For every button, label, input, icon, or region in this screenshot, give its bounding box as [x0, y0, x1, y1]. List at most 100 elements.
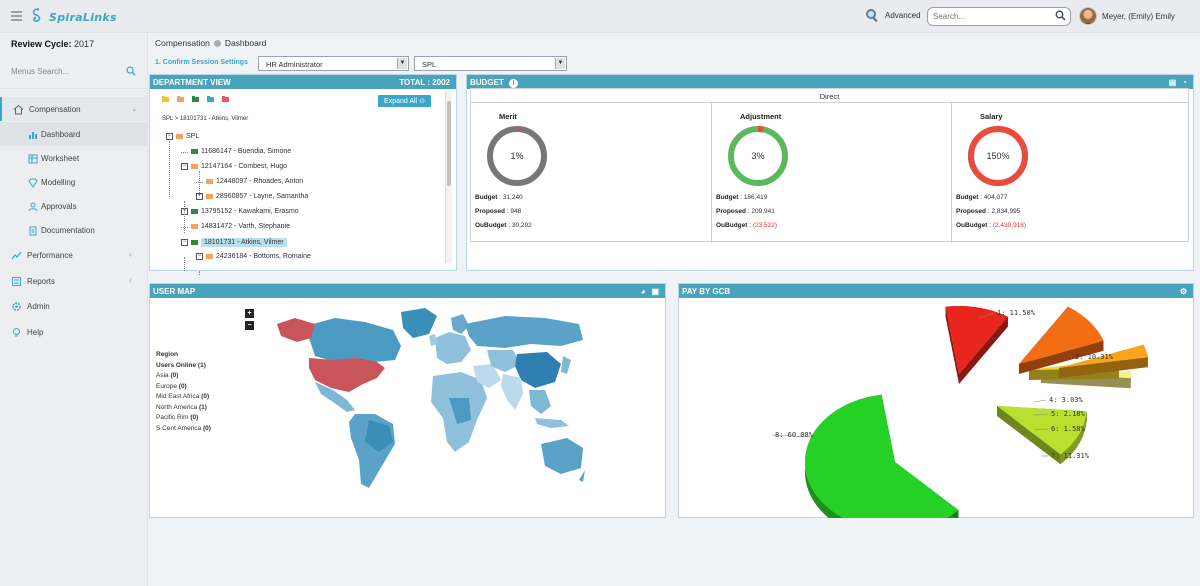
budget-column-title: Salary [980, 112, 1003, 121]
folder-icon [191, 164, 198, 169]
panel-title: USER MAP [153, 287, 196, 296]
tree-node[interactable]: 12448097 - Rhoades, Anton [196, 178, 303, 185]
collapse-icon[interactable]: − [181, 239, 188, 246]
export-icon[interactable]: ▣ [651, 287, 659, 296]
proposed-value: Proposed : 209,941 [716, 208, 775, 215]
progress-ring: 3% [728, 126, 788, 186]
region-legend-item: Europe (0) [156, 382, 187, 390]
map-region-indonesia [535, 418, 569, 428]
org-select[interactable]: SPL ▼ [414, 56, 567, 71]
pie-slice[interactable] [805, 394, 959, 518]
hamburger-menu-icon[interactable] [11, 11, 22, 21]
progress-ring: 1% [487, 126, 547, 186]
avatar [1079, 7, 1097, 25]
panel-title: PAY BY GCB [682, 287, 731, 296]
breadcrumb: Compensation Dashboard [155, 38, 266, 48]
search-icon[interactable] [1055, 10, 1066, 21]
pay-by-gcb-pie-chart[interactable]: 1: 11.50% 2: 10.31% 4: 3.03% 5: 2.18% 6: 1.5… [679, 298, 1193, 518]
map-region-india [501, 374, 523, 410]
tree-node[interactable]: 11686147 - Buendia, Simone [181, 148, 291, 155]
tree-node[interactable]: − 18101731 - Atkins, Vilmer [181, 238, 287, 247]
home-icon [13, 104, 24, 115]
tree-node-label: 12147164 - Combest, Hugo [201, 163, 287, 170]
app-logo[interactable]: SpiraLinks [30, 6, 117, 28]
globe-icon[interactable]: ◕ [641, 287, 646, 296]
budget-panel: BUDGET i ▤ ◔ Direct Merit 1% Budget : 31,24… [466, 74, 1194, 271]
tree-node-label: SPL [186, 133, 200, 140]
folder-icon [206, 254, 213, 259]
menu-search-input[interactable]: Menus Search... [11, 67, 69, 76]
folder-icon [206, 179, 213, 184]
collapse-icon[interactable]: − [181, 163, 188, 170]
role-select[interactable]: HR Administrator ▼ [258, 56, 409, 71]
pie-slice-label: 7: 11.31% [1051, 452, 1090, 460]
user-menu[interactable]: Meyer, (Emily) Emily [1079, 7, 1175, 25]
pie-slice-label: 4: 3.03% [1049, 396, 1084, 404]
search-input[interactable] [927, 7, 1071, 26]
diamond-icon [27, 177, 38, 188]
sidebar-item-documentation[interactable]: Documentation [0, 218, 147, 242]
expand-icon[interactable]: + [196, 193, 203, 200]
dropdown-arrow-icon: ▼ [397, 58, 407, 69]
panel-header: BUDGET i ▤ ◔ [467, 75, 1193, 89]
bulb-icon [11, 327, 22, 338]
folder-icon [191, 224, 198, 229]
tree-node[interactable]: − SPL [166, 133, 199, 140]
tree-line [184, 201, 185, 233]
collapse-icon[interactable]: − [166, 133, 173, 140]
zoom-out-button[interactable]: − [245, 321, 254, 330]
pie-icon[interactable]: ◔ [1182, 78, 1187, 87]
budget-column-merit: Merit 1% Budget : 31,240 Proposed : 948 OuBu… [471, 103, 710, 243]
list-icon[interactable]: ▤ [1169, 78, 1177, 87]
reports-icon [11, 276, 22, 287]
panel-header: USER MAP ◕ ▣ [150, 284, 665, 298]
map-region-japan [561, 356, 571, 374]
oubudget-value: OuBudget : (23,522) [716, 222, 778, 229]
pie-slice[interactable] [945, 306, 1008, 384]
collapse-icon[interactable]: − [196, 253, 203, 260]
pie-slice-label: 6: 1.58% [1051, 425, 1086, 433]
sidebar-item-worksheet[interactable]: Worksheet [0, 146, 147, 170]
map-region-southeast-asia [529, 390, 551, 414]
scrollbar[interactable] [445, 91, 452, 263]
sidebar-item-performance[interactable]: Performance ‹ [0, 243, 147, 267]
search-icon[interactable] [126, 66, 136, 76]
menu-search[interactable]: Menus Search... [11, 66, 136, 76]
direct-budget-group: Direct Merit 1% Budget : 31,240 Proposed : … [470, 88, 1189, 243]
sidebar-item-help[interactable]: Help [0, 320, 147, 344]
region-legend-item: Asia (0) [156, 372, 179, 379]
tree-node[interactable]: +28960857 - Layne, Samantha [196, 193, 308, 200]
oubudget-value: OuBudget : 30,292 [475, 222, 532, 229]
tree-node-label: 11686147 - Buendia, Simone [201, 148, 292, 155]
world-map[interactable] [265, 302, 585, 502]
sidebar: Review Cycle: 2017 Menus Search... Compe… [0, 33, 148, 586]
gear-icon[interactable]: ⚙ [1180, 287, 1187, 296]
tree-node-label: 13795152 - Kawakami, Erasmo [201, 208, 299, 215]
tree-node[interactable]: − 24236184 - Bottoms, Romaine [196, 253, 311, 260]
tree-node[interactable]: +13795152 - Kawakami, Erasmo [181, 208, 299, 215]
performance-icon [11, 250, 22, 261]
sidebar-item-modelling[interactable]: Modelling [0, 170, 147, 194]
tree-node[interactable]: − 12147164 - Combest, Hugo [181, 163, 287, 170]
pie-slice-label: 5: 2.18% [1051, 410, 1086, 418]
breadcrumb-section[interactable]: Compensation [155, 38, 210, 48]
breadcrumb-page: Dashboard [224, 38, 267, 48]
sidebar-item-reports[interactable]: Reports ‹ [0, 269, 147, 293]
info-icon[interactable]: i [509, 79, 519, 88]
sidebar-item-compensation[interactable]: Compensation ⌄ [0, 97, 147, 121]
zoom-in-button[interactable]: + [245, 309, 254, 318]
sidebar-item-approvals[interactable]: Approvals [0, 194, 147, 218]
advanced-search[interactable]: Advanced [864, 7, 921, 23]
folder-icon [191, 240, 198, 245]
advanced-label: Advanced [885, 10, 921, 20]
panel-title: BUDGET [470, 78, 504, 87]
tree-node[interactable]: 14831472 - Varth, Stephanie [181, 223, 290, 230]
tree-line [199, 271, 200, 275]
user-icon [27, 201, 38, 212]
sidebar-item-dashboard[interactable]: Dashboard [0, 122, 147, 146]
sidebar-item-admin[interactable]: Admin [0, 294, 147, 318]
region-legend-item: Pacific Rim (0) [156, 414, 199, 421]
map-region-china [515, 352, 561, 388]
tree-node-label: 12448097 - Rhoades, Anton [216, 178, 304, 185]
ring-percent: 150% [986, 151, 1009, 161]
